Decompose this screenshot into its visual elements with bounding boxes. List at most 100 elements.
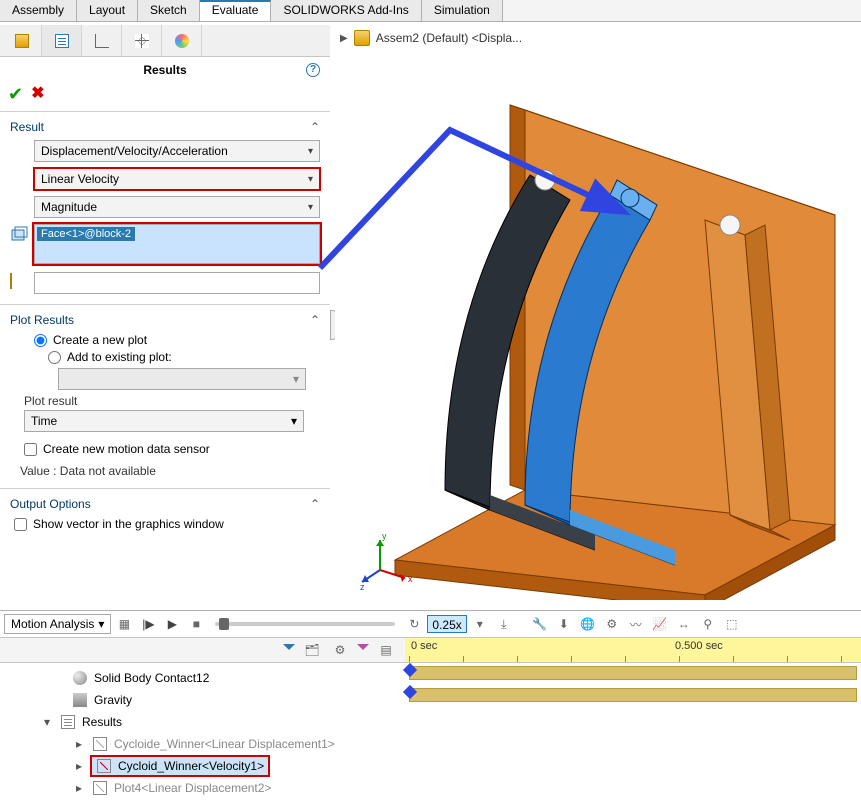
timeline-slider[interactable] bbox=[215, 622, 395, 626]
face-selection-icon bbox=[10, 226, 28, 244]
playback-mode-button[interactable]: ↻ bbox=[403, 614, 425, 634]
ok-button[interactable]: ✔ bbox=[8, 87, 23, 101]
save-animation-button[interactable]: ⤓ bbox=[493, 614, 515, 634]
selected-entity[interactable]: Face<1>@block-2 bbox=[37, 227, 135, 241]
collapse-icon[interactable]: ⌃ bbox=[310, 120, 320, 134]
contact-tool-button[interactable]: ⚙ bbox=[601, 614, 623, 634]
tab-evaluate[interactable]: Evaluate bbox=[200, 0, 272, 21]
create-new-plot-radio[interactable] bbox=[34, 334, 47, 347]
existing-plot-select: ▾ bbox=[58, 368, 306, 390]
tool-1-button[interactable]: 🔧 bbox=[529, 614, 551, 634]
expand-arrow-icon[interactable]: ▸ bbox=[76, 759, 86, 773]
breadcrumb-text: Assem2 (Default) <Displa... bbox=[376, 31, 522, 45]
tree-item-plot-velocity1[interactable]: ▸ Cycloid_Winner<Velocity1> bbox=[6, 755, 405, 777]
tab-addins[interactable]: SOLIDWORKS Add-Ins bbox=[271, 0, 421, 21]
plot-result-select[interactable]: Time▾ bbox=[24, 410, 304, 432]
timeline-tracks[interactable] bbox=[405, 663, 861, 803]
tab-layout[interactable]: Layout bbox=[77, 0, 138, 21]
playback-speed[interactable]: 0.25x bbox=[427, 615, 466, 633]
tree-item-plot-disp1[interactable]: ▸ Cycloide_Winner<Linear Displacement1> bbox=[6, 733, 405, 755]
tab-sketch[interactable]: Sketch bbox=[138, 0, 200, 21]
create-sensor-checkbox[interactable] bbox=[24, 443, 37, 456]
result-category-select[interactable]: Displacement/Velocity/Acceleration▾ bbox=[34, 140, 320, 162]
config-manager-tab[interactable] bbox=[82, 25, 122, 56]
graphics-viewport[interactable] bbox=[335, 50, 861, 600]
dimxpert-tab[interactable] bbox=[122, 25, 162, 56]
plot-icon bbox=[93, 737, 107, 751]
add-existing-plot-radio[interactable] bbox=[48, 351, 61, 364]
view-triad[interactable]: x y z bbox=[360, 530, 420, 590]
show-vector-label: Show vector in the graphics window bbox=[33, 517, 224, 531]
face-selection-box[interactable]: Face<1>@block-2 bbox=[34, 224, 320, 264]
speed-dropdown[interactable]: ▾ bbox=[469, 614, 491, 634]
component-selection-box[interactable] bbox=[34, 272, 320, 294]
tool-8-button[interactable]: ↔ bbox=[673, 614, 695, 634]
plot-result-label: Plot result bbox=[24, 394, 320, 408]
feature-tree-tab[interactable] bbox=[2, 25, 42, 56]
collapse-arrow-icon[interactable]: ▾ bbox=[44, 715, 54, 729]
collapse-icon[interactable]: ⌃ bbox=[310, 313, 320, 327]
motion-study-type-select[interactable]: Motion Analysis▾ bbox=[4, 614, 111, 634]
breadcrumb[interactable]: ▶ Assem2 (Default) <Displa... bbox=[340, 30, 522, 46]
section-plot-header: Plot Results bbox=[10, 313, 74, 327]
tool-2-button[interactable]: ⬇ bbox=[553, 614, 575, 634]
section-output-options: Output Options ⌃ Show vector in the grap… bbox=[0, 488, 330, 544]
tree-tool-3[interactable]: ▤ bbox=[375, 640, 397, 660]
result-subcategory-select[interactable]: Linear Velocity▾ bbox=[34, 168, 320, 190]
expand-arrow-icon[interactable]: ▸ bbox=[76, 737, 86, 751]
motion-timeline: Motion Analysis▾ ▦ |▶ ▶ ■ ↻ 0.25x ▾ ⤓ 🔧 … bbox=[0, 610, 861, 794]
motion-tree: Solid Body Contact12 Gravity ▾ Results ▸… bbox=[0, 663, 405, 803]
assembly-icon bbox=[354, 30, 370, 46]
panel-title: Results ? bbox=[0, 57, 330, 83]
component-selection-icon bbox=[10, 274, 28, 292]
gravity-icon bbox=[73, 693, 87, 707]
folder-icon bbox=[61, 715, 75, 729]
panel-tabstrip bbox=[0, 25, 330, 57]
play-from-start-button[interactable]: |▶ bbox=[137, 614, 159, 634]
value-readout: Value : Data not available bbox=[20, 464, 320, 478]
collapse-icon[interactable]: ⌃ bbox=[310, 497, 320, 511]
spring-tool-button[interactable]: 〰 bbox=[625, 614, 647, 634]
plot-icon bbox=[97, 759, 111, 773]
section-result: Result ⌃ Displacement/Velocity/Accelerat… bbox=[0, 111, 330, 304]
command-tabbar: Assembly Layout Sketch Evaluate SOLIDWOR… bbox=[0, 0, 861, 22]
svg-text:y: y bbox=[382, 531, 387, 541]
tab-simulation[interactable]: Simulation bbox=[422, 0, 503, 21]
result-component-select[interactable]: Magnitude▾ bbox=[34, 196, 320, 218]
tool-9-button[interactable]: ⚲ bbox=[697, 614, 719, 634]
tab-assembly[interactable]: Assembly bbox=[0, 0, 77, 21]
tree-item-results-folder[interactable]: ▾ Results bbox=[6, 711, 405, 733]
section-result-header: Result bbox=[10, 120, 44, 134]
chevron-right-icon: ▶ bbox=[340, 33, 348, 44]
create-new-plot-label: Create a new plot bbox=[53, 333, 147, 347]
show-vector-checkbox[interactable] bbox=[14, 518, 27, 531]
tree-item-gravity[interactable]: Gravity bbox=[6, 689, 405, 711]
settings-tool-button[interactable]: ⬚ bbox=[721, 614, 743, 634]
help-icon[interactable]: ? bbox=[306, 63, 320, 77]
gravity-tool-button[interactable]: 🌐 bbox=[577, 614, 599, 634]
chevron-down-icon: ▾ bbox=[98, 617, 104, 631]
add-existing-plot-label: Add to existing plot: bbox=[67, 350, 172, 364]
tree-item-plot-disp2[interactable]: ▸ Plot4<Linear Displacement2> bbox=[6, 777, 405, 799]
calculate-button[interactable]: ▦ bbox=[113, 614, 135, 634]
create-sensor-label: Create new motion data sensor bbox=[43, 442, 210, 456]
tree-tool-2[interactable]: ⚙ bbox=[329, 640, 351, 660]
svg-text:z: z bbox=[360, 582, 365, 590]
svg-text:x: x bbox=[408, 574, 413, 584]
section-plot-results: Plot Results ⌃ Create a new plot Add to … bbox=[0, 304, 330, 488]
appearance-tab[interactable] bbox=[162, 25, 202, 56]
section-output-header: Output Options bbox=[10, 497, 91, 511]
stop-button[interactable]: ■ bbox=[185, 614, 207, 634]
results-tool-button[interactable]: 📈 bbox=[649, 614, 671, 634]
time-ruler[interactable]: 0 sec 0.500 sec bbox=[405, 638, 861, 662]
property-panel: Results ? ✔ ✖ Result ⌃ Displacement/Velo… bbox=[0, 25, 330, 544]
filter-icon[interactable] bbox=[283, 644, 295, 656]
property-manager-tab[interactable] bbox=[42, 25, 82, 56]
filter-2-icon[interactable] bbox=[357, 644, 369, 656]
play-button[interactable]: ▶ bbox=[161, 614, 183, 634]
tree-tool-1[interactable]: 🗂 bbox=[301, 640, 323, 660]
contact-icon bbox=[73, 671, 87, 685]
cancel-button[interactable]: ✖ bbox=[31, 87, 44, 101]
tree-item-contact[interactable]: Solid Body Contact12 bbox=[6, 667, 405, 689]
expand-arrow-icon[interactable]: ▸ bbox=[76, 781, 86, 795]
